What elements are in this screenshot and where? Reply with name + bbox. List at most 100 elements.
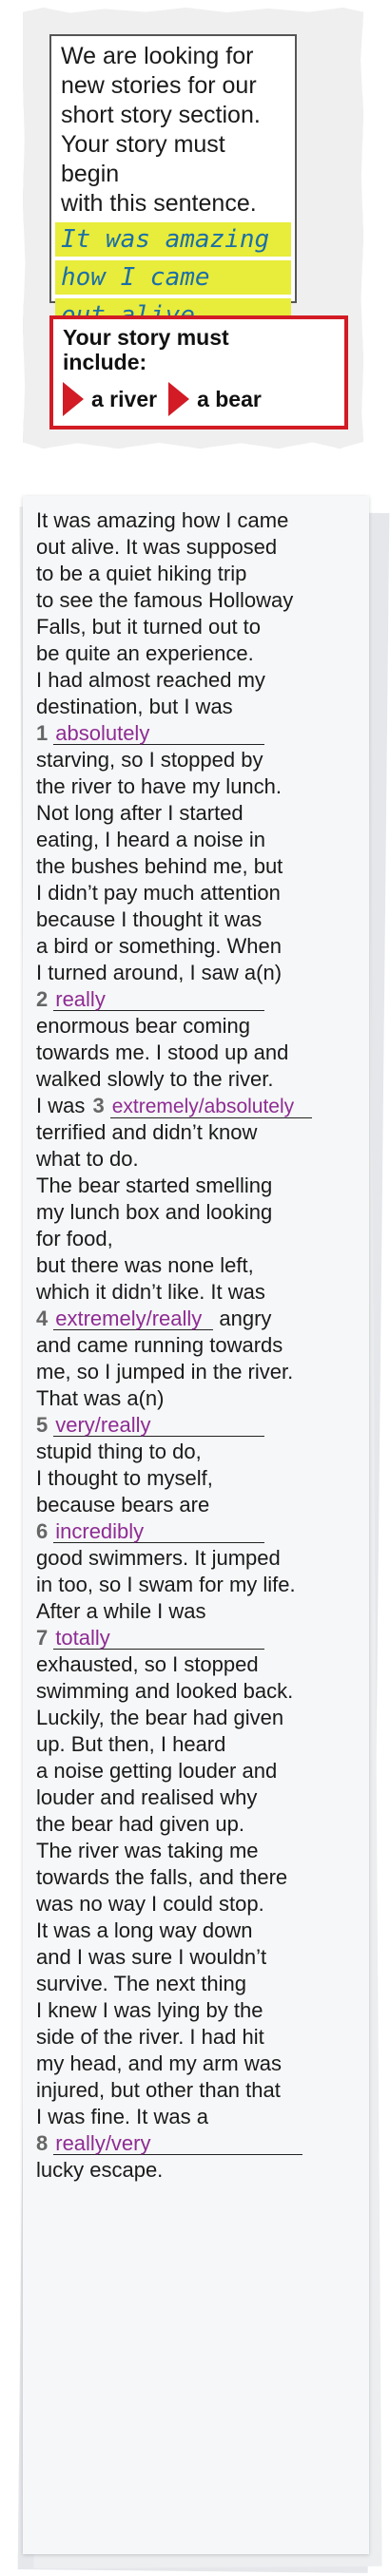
story-line: side of the river. I had hit: [36, 2025, 264, 2049]
story-text: It was amazing how I came out alive. It …: [36, 507, 360, 2184]
story-line: survive. The next thing: [36, 1972, 246, 1995]
story-line: the bear had given up.: [36, 1812, 244, 1836]
gap-1-answer[interactable]: absolutely: [53, 721, 265, 745]
story-line: a noise getting louder and: [36, 1759, 278, 1783]
story-line: the river to have my lunch.: [36, 774, 283, 798]
gap-7-answer[interactable]: totally: [53, 1626, 265, 1650]
story-line: eating, I heard a noise in: [36, 828, 265, 851]
story-line: enormous bear coming: [36, 1014, 251, 1038]
gap-2-answer[interactable]: really: [53, 987, 265, 1011]
notice-intro-line: We are looking for: [61, 43, 254, 69]
story-line: because bears are: [36, 1493, 210, 1517]
gap-answer-text: really: [55, 987, 106, 1011]
story-line: the bushes behind me, but: [36, 854, 283, 878]
story-line: in too, so I swam for my life.: [36, 1573, 296, 1596]
story-line: I had almost reached my: [36, 668, 265, 692]
story-paper: It was amazing how I came out alive. It …: [23, 496, 369, 2554]
story-line: my lunch box and looking: [36, 1200, 273, 1224]
story-line-suffix: angry: [219, 1307, 272, 1330]
story-line: which it didn’t like. It was: [36, 1280, 265, 1304]
gap-line-8: 8 really/very: [36, 2130, 360, 2157]
gap-number: 8: [36, 2131, 49, 2155]
story-line: I was fine. It was a: [36, 2105, 208, 2128]
story-line: Falls, but it turned out to: [36, 615, 262, 639]
gap-answer-text: very/really: [55, 1413, 151, 1437]
red-arrow-icon: [168, 382, 190, 416]
include-title: Your story must include:: [63, 325, 335, 374]
story-line: towards me. I stood up and: [36, 1040, 289, 1064]
gap-5-answer[interactable]: very/really: [53, 1413, 265, 1437]
story-line: for food,: [36, 1227, 113, 1250]
gap-number: 3: [92, 1094, 105, 1117]
story-line: starving, so I stopped by: [36, 748, 263, 772]
story-line: and came running towards: [36, 1333, 283, 1357]
story-line: The river was taking me: [36, 1839, 259, 1862]
gap-line-7: 7 totally: [36, 1625, 360, 1651]
gap-6-answer[interactable]: incredibly: [53, 1519, 265, 1543]
gap-answer-text: absolutely: [55, 721, 150, 745]
story-line: walked slowly to the river.: [36, 1067, 274, 1091]
story-line: destination, but I was: [36, 695, 233, 718]
gap-number: 6: [36, 1519, 49, 1543]
story-line: a bird or something. When: [36, 934, 283, 958]
story-line: but there was none left,: [36, 1253, 254, 1277]
gap-number: 4: [36, 1307, 49, 1330]
gap-line-5: 5 very/really: [36, 1412, 360, 1439]
story-line: Not long after I started: [36, 801, 244, 825]
red-arrow-icon: [63, 382, 84, 416]
story-line: stupid thing to do,: [36, 1440, 202, 1463]
required-sentence-line: how I came: [55, 260, 291, 295]
story-line: lucky escape.: [36, 2158, 164, 2182]
gap-answer-text: incredibly: [55, 1519, 145, 1543]
include-item-label: a river: [91, 386, 158, 411]
story-line: I knew I was lying by the: [36, 1998, 263, 2022]
notice-intro: We are looking for new stories for our s…: [61, 42, 285, 219]
story-line: After a while I was: [36, 1599, 206, 1623]
story-line: injured, but other than that: [36, 2078, 281, 2102]
story-line: what to do.: [36, 1147, 139, 1171]
story-line: because I thought it was: [36, 907, 263, 931]
story-line: It was a long way down: [36, 1918, 253, 1942]
gap-4-answer[interactable]: extremely/really: [53, 1307, 214, 1330]
story-line: exhausted, so I stopped: [36, 1652, 259, 1676]
gap-answer-text: extremely/really: [55, 1307, 203, 1330]
gap-number: 7: [36, 1626, 49, 1650]
gap-answer-text: extremely/absolutely: [111, 1096, 295, 1117]
story-line: I turned around, I saw a(n): [36, 961, 283, 984]
notice-intro-line: new stories for our: [61, 72, 257, 99]
story-line: The bear started smelling: [36, 1174, 273, 1197]
include-item-bear: a bear: [168, 382, 262, 416]
gap-number: 1: [36, 721, 49, 745]
required-sentence-line: It was amazing: [55, 222, 291, 257]
story-line: to be a quiet hiking trip: [36, 562, 247, 585]
story-line: out alive. It was supposed: [36, 535, 278, 559]
story-line: I thought to myself,: [36, 1466, 213, 1490]
story-line: towards the falls, and there: [36, 1865, 288, 1889]
gap-line-3: I was 3 extremely/absolutely: [36, 1093, 360, 1119]
story-line: be quite an experience.: [36, 641, 254, 665]
story-line-prefix: I was: [36, 1094, 86, 1117]
include-item-label: a bear: [197, 386, 262, 411]
include-requirements-box: Your story must include: a river a bear: [49, 315, 348, 429]
story-line: up. But then, I heard: [36, 1732, 226, 1756]
notice-intro-line: with this sentence.: [61, 190, 257, 217]
story-line: was no way I could stop.: [36, 1892, 264, 1916]
story-line: That was a(n): [36, 1386, 165, 1410]
story-line: to see the famous Holloway: [36, 588, 294, 612]
notice-intro-line: short story section.: [61, 102, 261, 128]
include-item-river: a river: [63, 382, 157, 416]
gap-answer-text: totally: [55, 1626, 110, 1650]
notice-intro-line: Your story must begin: [61, 131, 225, 187]
story-line: me, so I jumped in the river.: [36, 1360, 294, 1383]
story-line: swimming and looked back.: [36, 1679, 294, 1703]
gap-3-answer[interactable]: extremely/absolutely: [109, 1096, 312, 1118]
story-line: I didn’t pay much attention: [36, 881, 281, 905]
story-line: terrified and didn’t know: [36, 1120, 258, 1144]
story-line: louder and realised why: [36, 1785, 258, 1809]
gap-number: 2: [36, 987, 49, 1011]
gap-line-6: 6 incredibly: [36, 1518, 360, 1545]
gap-number: 5: [36, 1413, 49, 1437]
story-line: It was amazing how I came: [36, 508, 289, 532]
story-line: good swimmers. It jumped: [36, 1546, 281, 1570]
gap-8-answer[interactable]: really/very: [53, 2133, 303, 2155]
